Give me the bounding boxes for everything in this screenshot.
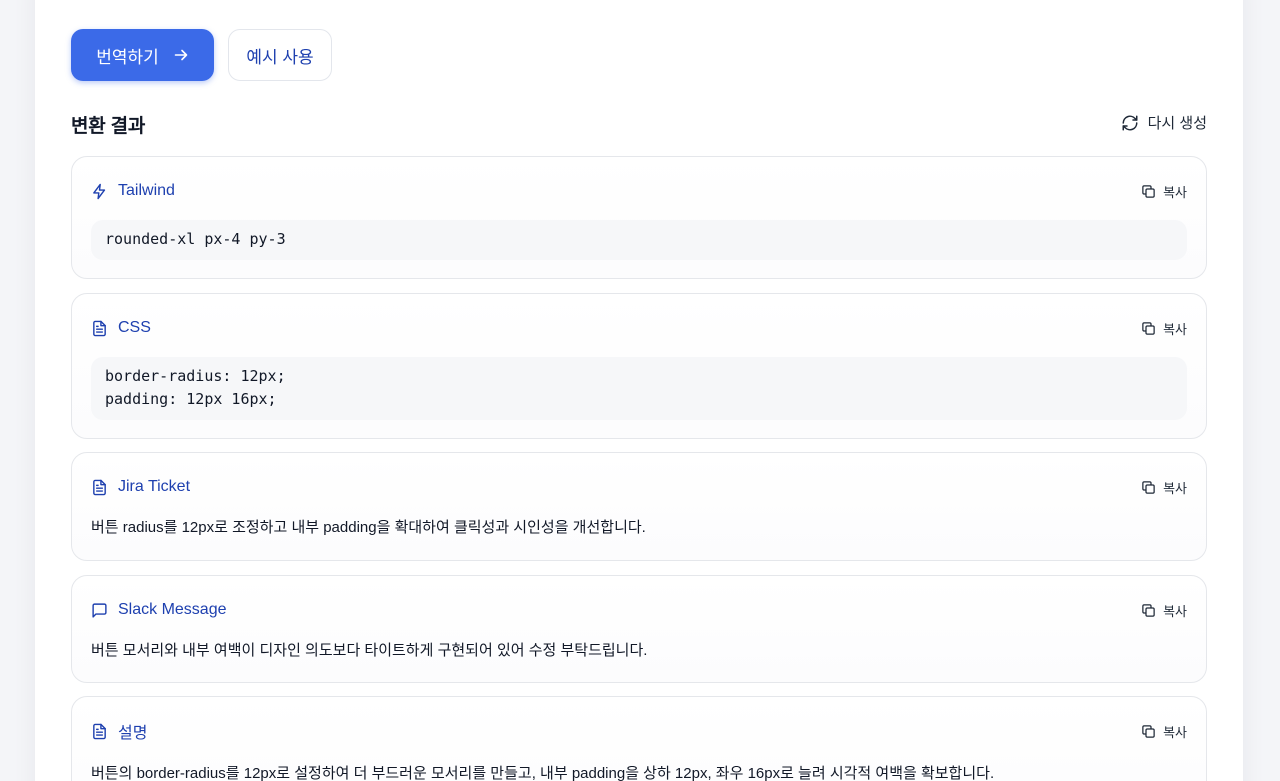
copy-icon — [1142, 321, 1155, 335]
document-icon — [93, 723, 106, 739]
card-title-text: CSS — [118, 319, 151, 336]
translate-button[interactable]: 번역하기 — [71, 29, 214, 81]
copy-icon — [1142, 724, 1155, 738]
card-title: 설명 — [91, 719, 147, 743]
copy-button[interactable]: 복사 — [1141, 182, 1187, 201]
copy-label: 복사 — [1163, 480, 1187, 496]
slack-message-card: Slack Message 복사 버튼 모서리와 내부 여백이 디자인 의도보다… — [71, 575, 1207, 683]
lightning-icon — [93, 183, 106, 199]
card-body-text: 버튼 radius를 12px로 조정하고 내부 padding을 확대하여 클… — [91, 519, 646, 536]
code-block: rounded-xl px-4 py-3 — [91, 220, 1187, 260]
card-title: Jira Ticket — [91, 478, 190, 496]
message-icon — [92, 602, 107, 618]
card-header: Slack Message 복사 — [91, 600, 1187, 620]
copy-button[interactable]: 복사 — [1141, 601, 1187, 620]
card-title-text: Slack Message — [118, 601, 227, 618]
translate-button-label: 번역하기 — [96, 47, 159, 67]
copy-button[interactable]: 복사 — [1141, 478, 1187, 497]
jira-ticket-card: Jira Ticket 복사 버튼 radius를 12px로 조정하고 내부 … — [71, 452, 1207, 561]
card-header: 설명 복사 — [91, 719, 1187, 743]
card-title-text: 설명 — [118, 725, 148, 742]
copy-label: 복사 — [1163, 321, 1187, 337]
arrow-right-icon — [174, 49, 188, 61]
card-body-text: 버튼 모서리와 내부 여백이 디자인 의도보다 타이트하게 구현되어 있어 수정… — [91, 642, 648, 659]
copy-icon — [1142, 480, 1155, 494]
main-panel: 번역하기 예시 사용 변환 결과 다시 생성 Tailwind 복사 round… — [35, 0, 1243, 781]
copy-label: 복사 — [1163, 184, 1187, 200]
code-block: border-radius: 12px; padding: 12px 16px; — [91, 357, 1187, 420]
regenerate-button[interactable]: 다시 생성 — [1121, 112, 1207, 133]
copy-button[interactable]: 복사 — [1141, 722, 1187, 741]
tailwind-card: Tailwind 복사 rounded-xl px-4 py-3 — [71, 156, 1207, 279]
card-title-text: Tailwind — [118, 182, 175, 199]
copy-button[interactable]: 복사 — [1141, 319, 1187, 338]
card-title: CSS — [91, 319, 151, 337]
copy-icon — [1142, 603, 1155, 617]
card-header: Jira Ticket 복사 — [91, 477, 1187, 497]
copy-icon — [1142, 184, 1155, 198]
copy-label: 복사 — [1163, 724, 1187, 740]
refresh-icon — [1122, 115, 1138, 130]
use-example-label: 예시 사용 — [246, 47, 314, 67]
results-title: 변환 결과 — [71, 116, 146, 137]
css-card: CSS 복사 border-radius: 12px; padding: 12p… — [71, 293, 1207, 439]
card-header: Tailwind 복사 — [91, 181, 1187, 201]
card-title: Slack Message — [91, 601, 227, 619]
use-example-button[interactable]: 예시 사용 — [228, 29, 332, 81]
regenerate-label: 다시 생성 — [1147, 115, 1207, 132]
description-card: 설명 복사 버튼의 border-radius를 12px로 설정하여 더 부드… — [71, 696, 1207, 781]
document-icon — [93, 320, 106, 336]
document-icon — [93, 479, 106, 495]
card-header: CSS 복사 — [91, 318, 1187, 338]
card-title-text: Jira Ticket — [118, 478, 191, 495]
card-title: Tailwind — [91, 182, 175, 200]
copy-label: 복사 — [1163, 603, 1187, 619]
card-body-text: 버튼의 border-radius를 12px로 설정하여 더 부드러운 모서리… — [91, 765, 995, 781]
